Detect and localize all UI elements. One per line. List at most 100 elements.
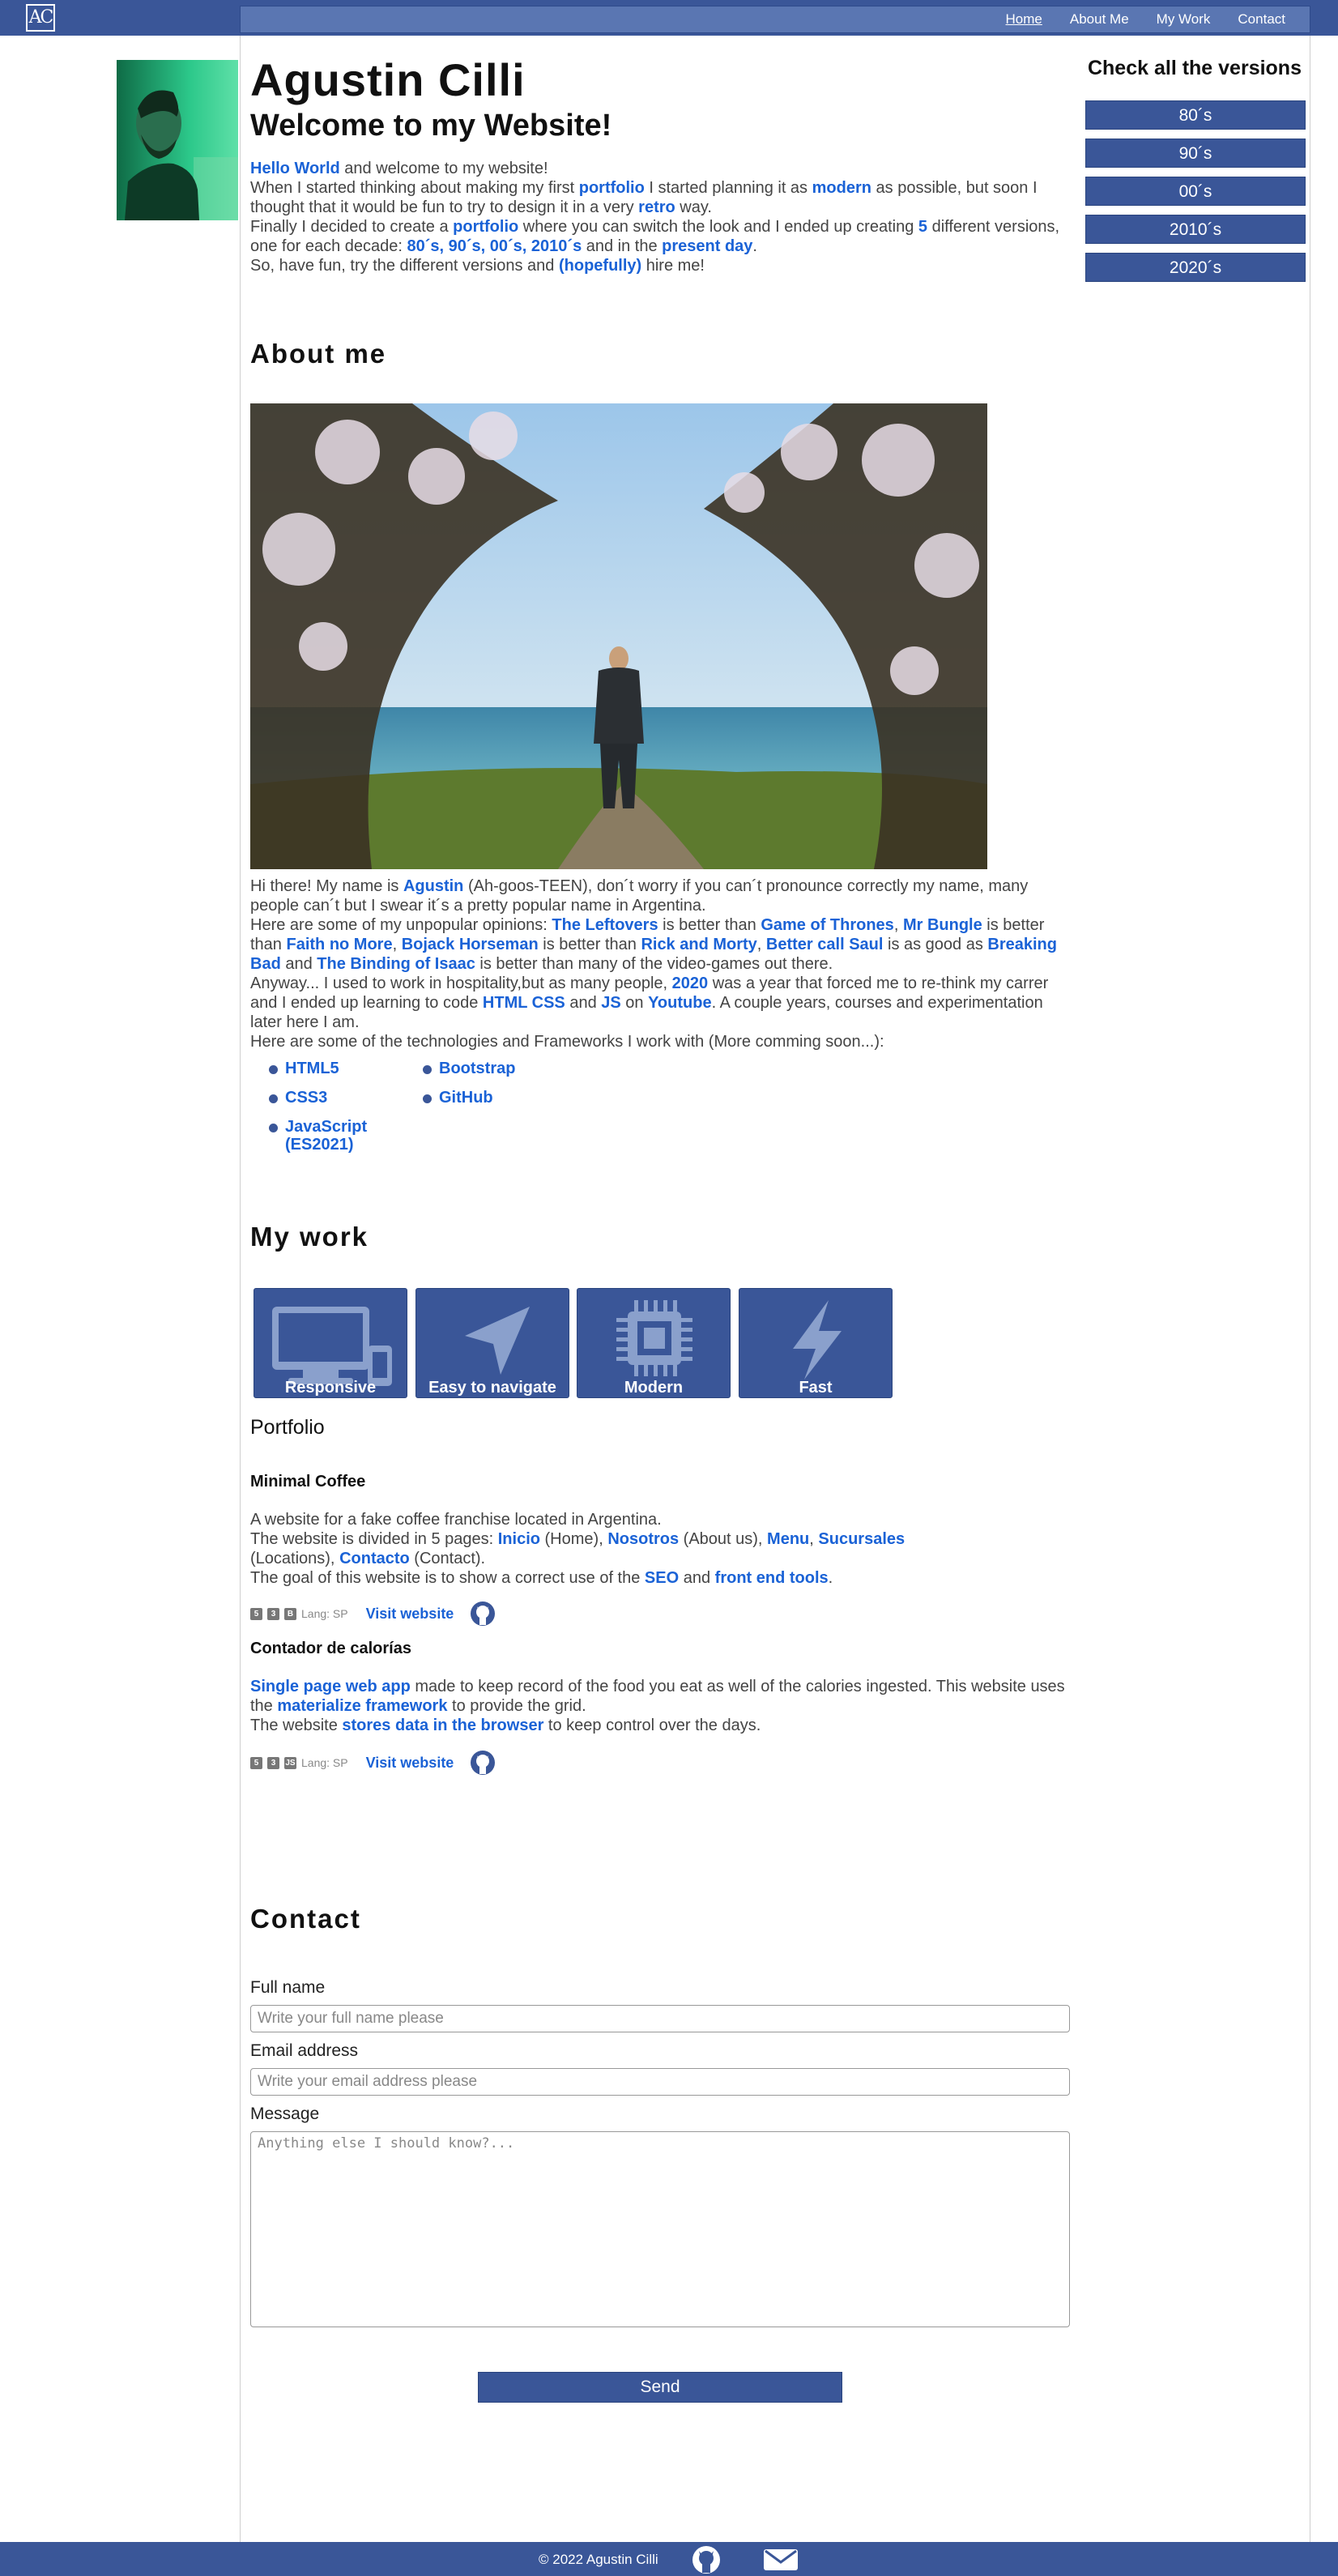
feature-card-fast: Fast <box>739 1288 893 1398</box>
lang-label: Lang: SP <box>301 1607 348 1620</box>
visit-website-link[interactable]: Visit website <box>366 1755 454 1772</box>
nav-link-contact[interactable]: Contact <box>1238 11 1285 28</box>
copyright-text: © 2022 Agustin Cilli <box>539 2552 658 2567</box>
about-title: About me <box>250 339 387 369</box>
opinion-link[interactable]: Rick and Morty <box>641 936 756 953</box>
retro-link[interactable]: retro <box>638 198 675 216</box>
html5-icon: 5 <box>250 1756 262 1769</box>
five-highlight: 5 <box>918 218 928 236</box>
version-2010s-button[interactable]: 2010´s <box>1085 215 1306 244</box>
javascript-icon: JS <box>284 1756 296 1769</box>
page-subtitle: Welcome to my Website! <box>250 109 612 143</box>
html-css-link[interactable]: HTML CSS <box>483 994 565 1012</box>
contact-title: Contact <box>250 1904 361 1934</box>
about-text-fragment: and <box>280 955 317 973</box>
about-text-fragment: , <box>392 936 402 953</box>
footer: © 2022 Agustin Cilli <box>0 2542 1338 2576</box>
intro-text-fragment: So, have fun, try the different versions… <box>250 257 559 275</box>
about-text-fragment: Anyway... I used to work in hospitality,… <box>250 975 672 992</box>
opinion-link[interactable]: The Leftovers <box>552 916 658 934</box>
hopefully-highlight: (hopefully) <box>558 257 642 275</box>
portfolio-link[interactable]: portfolio <box>579 179 645 197</box>
nav-links: Home About Me My Work Contact <box>978 6 1285 32</box>
intro-line-1: and welcome to my website! <box>339 160 548 177</box>
portfolio-link-2[interactable]: portfolio <box>453 218 518 236</box>
email-icon[interactable] <box>763 2548 799 2571</box>
materialize-link[interactable]: materialize framework <box>277 1697 447 1715</box>
github-icon[interactable] <box>470 1750 496 1776</box>
seo-link[interactable]: SEO <box>645 1569 679 1587</box>
nav-bar: Home About Me My Work Contact <box>240 6 1310 33</box>
version-00s-button[interactable]: 00´s <box>1085 177 1306 206</box>
page-link[interactable]: Menu <box>767 1530 809 1548</box>
github-icon[interactable] <box>470 1601 496 1627</box>
page-link[interactable]: Inicio <box>498 1530 540 1548</box>
opinion-link[interactable]: Faith no More <box>286 936 392 953</box>
full-name-label: Full name <box>250 1978 326 1997</box>
message-label: Message <box>250 2105 320 2123</box>
lang-label: Lang: SP <box>301 1756 348 1769</box>
about-text-fragment: Here are some of the technologies and Fr… <box>250 1033 884 1051</box>
tech-item[interactable]: CSS3 <box>268 1089 327 1107</box>
feature-label: Fast <box>799 1379 833 1397</box>
feature-label: Modern <box>624 1379 684 1397</box>
decades-links[interactable]: 80´s, 90´s, 00´s, 2010´s <box>407 237 582 255</box>
opinion-link[interactable]: The Binding of Isaac <box>317 955 475 973</box>
nav-link-about[interactable]: About Me <box>1070 11 1129 28</box>
stores-data-link[interactable]: stores data in the browser <box>342 1717 543 1734</box>
intro-text-fragment: I started planning it as <box>644 179 812 197</box>
send-button[interactable]: Send <box>478 2372 842 2403</box>
opinion-link[interactable]: Game of Thrones <box>761 916 893 934</box>
spa-link[interactable]: Single page web app <box>250 1678 411 1695</box>
tech-item[interactable]: GitHub <box>423 1089 493 1107</box>
version-80s-button[interactable]: 80´s <box>1085 100 1306 130</box>
project-text-fragment: . <box>828 1569 833 1587</box>
visit-website-link[interactable]: Visit website <box>366 1606 454 1623</box>
tech-item[interactable]: HTML5 <box>269 1060 339 1077</box>
project-description: A website for a fake coffee franchise lo… <box>250 1510 1068 1588</box>
js-link[interactable]: JS <box>601 994 620 1012</box>
opinion-link[interactable]: Better call Saul <box>766 936 884 953</box>
front-end-tools-link[interactable]: front end tools <box>715 1569 829 1587</box>
page-link[interactable]: Nosotros <box>607 1530 679 1548</box>
work-title: My work <box>250 1222 369 1252</box>
site-logo[interactable]: AC <box>26 4 55 32</box>
tech-list: HTML5 CSS3 JavaScript (ES2021) Bootstrap… <box>267 1060 591 1165</box>
intro-text-fragment: Finally I decided to create a <box>250 218 454 236</box>
year-link[interactable]: 2020 <box>672 975 709 992</box>
message-textarea[interactable] <box>250 2131 1070 2327</box>
project-text-fragment: (Locations), <box>250 1550 340 1567</box>
feature-card-modern: Modern <box>577 1288 731 1398</box>
intro-text-fragment: where you can switch the look and I ende… <box>518 218 918 236</box>
versions-title: Check all the versions <box>1087 57 1302 79</box>
tech-item[interactable]: JavaScript (ES2021) <box>269 1118 398 1154</box>
about-text-fragment: is better than <box>538 936 641 953</box>
github-icon[interactable] <box>690 2545 722 2574</box>
project-text-fragment: to provide the grid. <box>447 1697 586 1715</box>
project-badges: 5 3 JS Lang: SP Visit website <box>250 1750 496 1776</box>
intro-text-fragment: hire me! <box>641 257 705 275</box>
intro-text-fragment: . <box>752 237 757 255</box>
portfolio-title: Portfolio <box>250 1416 325 1439</box>
email-input[interactable] <box>250 2068 1070 2096</box>
name-highlight: Agustin <box>403 877 464 895</box>
page-link[interactable]: Sucursales <box>818 1530 905 1548</box>
hello-world-link[interactable]: Hello World <box>250 160 340 177</box>
nav-link-home[interactable]: Home <box>1006 11 1042 28</box>
modern-link[interactable]: modern <box>812 179 871 197</box>
youtube-link[interactable]: Youtube <box>648 994 712 1012</box>
top-bar: AC Home About Me My Work Contact <box>0 0 1338 36</box>
css3-icon: 3 <box>267 1756 279 1769</box>
nav-link-work[interactable]: My Work <box>1157 11 1211 28</box>
intro-text: Hello World and welcome to my website! W… <box>250 159 1068 275</box>
full-name-input[interactable] <box>250 2005 1070 2032</box>
project-text-fragment: (Contact). <box>409 1550 486 1567</box>
opinion-link[interactable]: Bojack Horseman <box>402 936 539 953</box>
version-2020s-button[interactable]: 2020´s <box>1085 253 1306 282</box>
project-description: Single page web app made to keep record … <box>250 1677 1068 1735</box>
present-day-link[interactable]: present day <box>662 237 752 255</box>
tech-item[interactable]: Bootstrap <box>422 1060 515 1077</box>
version-90s-button[interactable]: 90´s <box>1085 139 1306 168</box>
page-link[interactable]: Contacto <box>339 1550 410 1567</box>
opinion-link[interactable]: Mr Bungle <box>903 916 982 934</box>
